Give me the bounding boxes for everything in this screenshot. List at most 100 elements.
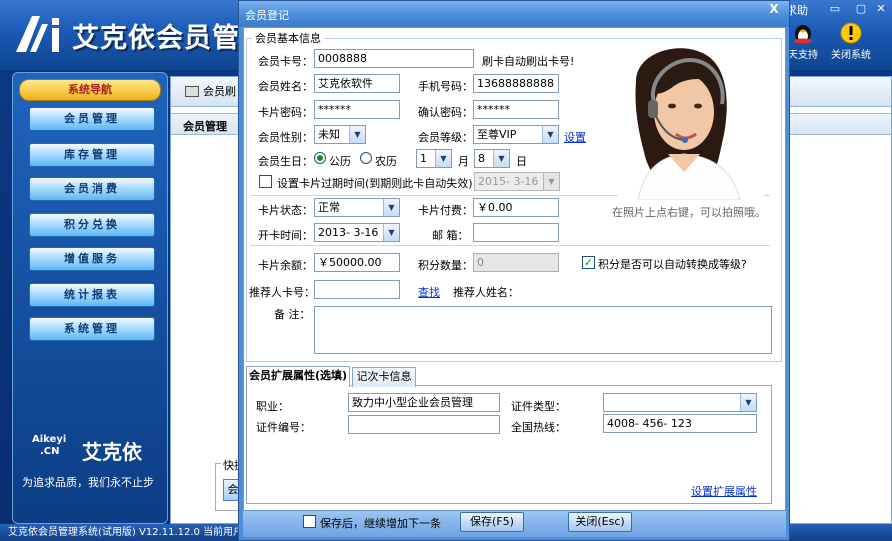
chevron-down-icon: ▼ <box>740 394 756 411</box>
points-label: 积分数量： <box>418 259 473 272</box>
birthday-label: 会员生日： <box>258 155 313 168</box>
close-system-button[interactable]: 关闭系统 <box>826 22 876 61</box>
month-label: 月 <box>458 155 469 168</box>
slogan: 为追求品质，我们永不止步 <box>22 476 154 489</box>
chevron-down-icon: ▼ <box>349 126 365 143</box>
card-no-input[interactable]: 0008888 <box>314 49 474 68</box>
card-no-hint: 刷卡自动刷出卡号! <box>482 55 575 68</box>
brand-en-1: Aikeyi <box>32 434 67 445</box>
gender-select[interactable]: 未知 ▼ <box>314 125 366 144</box>
ext-settings-link[interactable]: 设置扩展属性 <box>691 483 757 499</box>
chevron-down-icon: ▼ <box>435 150 451 167</box>
confirm-pwd-label: 确认密码： <box>418 106 473 119</box>
remark-textarea[interactable] <box>314 306 772 354</box>
warning-icon <box>840 22 862 44</box>
remark-label: 备 注： <box>274 308 311 321</box>
job-label: 职业： <box>256 400 289 413</box>
support-label: 天支持 <box>788 50 818 61</box>
nav-header: 系统导航 <box>19 79 161 101</box>
hotline-label: 全国热线： <box>511 421 566 434</box>
lunar-radio[interactable] <box>360 152 372 164</box>
brand-cn: 艾克依 <box>82 440 142 464</box>
card-pwd-input[interactable]: ****** <box>314 100 400 119</box>
qq-penguin-icon <box>794 25 812 44</box>
save-button[interactable]: 保存(F5) <box>460 512 524 532</box>
pay-label: 卡片付费： <box>418 204 473 217</box>
cert-no-label: 证件编号： <box>256 421 311 434</box>
chevron-down-icon: ▼ <box>493 150 509 167</box>
continue-checkbox[interactable] <box>303 515 316 528</box>
close-system-label: 关闭系统 <box>831 50 871 61</box>
cert-type-label: 证件类型： <box>511 400 566 413</box>
nav-item-inventory[interactable]: 库存管理 <box>29 143 155 167</box>
points-input[interactable]: 0 <box>473 253 559 272</box>
photo-image <box>618 42 764 200</box>
support-button[interactable]: 天支持 <box>786 22 820 61</box>
tab-extended-attributes[interactable]: 会员扩展属性(选填) <box>246 366 350 387</box>
nav-item-reports[interactable]: 统计报表 <box>29 283 155 307</box>
birth-month-value: 1 <box>420 152 427 165</box>
status-select[interactable]: 正常 ▼ <box>314 198 400 217</box>
chevron-down-icon: ▼ <box>383 224 399 241</box>
dialog-close-icon[interactable]: X <box>765 2 783 16</box>
dialog-title: 会员登记 <box>245 9 289 22</box>
open-time-select[interactable]: 2013- 3-16 ▼ <box>314 223 400 242</box>
nav-item-consume[interactable]: 会员消费 <box>29 177 155 201</box>
tab-count-card[interactable]: 记次卡信息 <box>352 367 416 387</box>
app-logo-icon <box>16 16 59 52</box>
cert-no-input[interactable] <box>348 415 500 434</box>
level-select[interactable]: 至尊VIP ▼ <box>473 125 559 144</box>
expire-date-select[interactable]: 2015- 3-16 ▼ <box>474 172 560 191</box>
name-input[interactable]: 艾克依软件 <box>314 74 400 93</box>
birth-day-value: 8 <box>478 152 485 165</box>
balance-label: 卡片余额： <box>258 259 313 272</box>
cert-type-select[interactable]: ▼ <box>603 393 757 412</box>
member-photo[interactable] <box>618 42 764 200</box>
auto-upgrade-checkbox[interactable]: ✓ <box>582 256 595 269</box>
birth-day-select[interactable]: 8 ▼ <box>474 149 510 168</box>
referrer-card-label: 推荐人卡号： <box>249 286 315 299</box>
birth-month-select[interactable]: 1 ▼ <box>416 149 452 168</box>
nav-item-value-added[interactable]: 增值服务 <box>29 247 155 271</box>
open-time-label: 开卡时间： <box>258 229 313 242</box>
photo-hint: 在照片上点右键，可以拍照哦。 <box>612 206 766 219</box>
day-label: 日 <box>516 155 527 168</box>
level-settings-link[interactable]: 设置 <box>564 129 586 145</box>
confirm-pwd-input[interactable]: ****** <box>473 100 559 119</box>
referrer-card-input[interactable] <box>314 280 400 299</box>
continue-label: 保存后，继续增加下一条 <box>320 517 441 530</box>
nav-item-member[interactable]: 会员管理 <box>29 107 155 131</box>
card-icon <box>185 86 199 97</box>
minimize-icon[interactable]: ▭ <box>826 2 844 16</box>
card-pwd-label: 卡片密码： <box>258 106 313 119</box>
hotline-input[interactable]: 4008- 456- 123 <box>603 414 757 433</box>
expire-date-value: 2015- 3-16 <box>478 175 539 188</box>
nav-item-points[interactable]: 积分兑换 <box>29 213 155 237</box>
card-no-label: 会员卡号： <box>258 55 313 68</box>
balance-input[interactable]: ￥50000.00 <box>314 253 400 272</box>
nav-item-system[interactable]: 系统管理 <box>29 317 155 341</box>
chevron-down-icon: ▼ <box>542 126 558 143</box>
gender-value: 未知 <box>318 128 340 141</box>
email-label: 邮 箱： <box>432 229 469 242</box>
pay-input[interactable]: ￥0.00 <box>473 198 559 217</box>
status-label: 卡片状态： <box>258 204 313 217</box>
job-input[interactable]: 致力中小型企业会员管理 <box>348 393 500 412</box>
email-input[interactable] <box>473 223 559 242</box>
expire-checkbox[interactable] <box>259 175 272 188</box>
level-label: 会员等级： <box>418 131 473 144</box>
find-link[interactable]: 查找 <box>418 284 440 300</box>
name-label: 会员姓名： <box>258 80 313 93</box>
dialog-titlebar[interactable]: 会员登记 X <box>239 1 789 27</box>
phone-input[interactable]: 13688888888 <box>473 74 559 93</box>
open-time-value: 2013- 3-16 <box>318 226 379 239</box>
solar-radio[interactable] <box>314 152 326 164</box>
tab-member[interactable]: 会员刷 <box>185 83 236 99</box>
close-icon[interactable]: ✕ <box>872 2 890 16</box>
close-button[interactable]: 关闭(Esc) <box>568 512 632 532</box>
divider <box>250 245 770 246</box>
maximize-icon[interactable]: ▢ <box>852 2 870 16</box>
brand-en-2: .CN <box>40 446 60 457</box>
auto-upgrade-label: 积分是否可以自动转换成等级? <box>598 258 747 271</box>
level-value: 至尊VIP <box>477 128 517 141</box>
